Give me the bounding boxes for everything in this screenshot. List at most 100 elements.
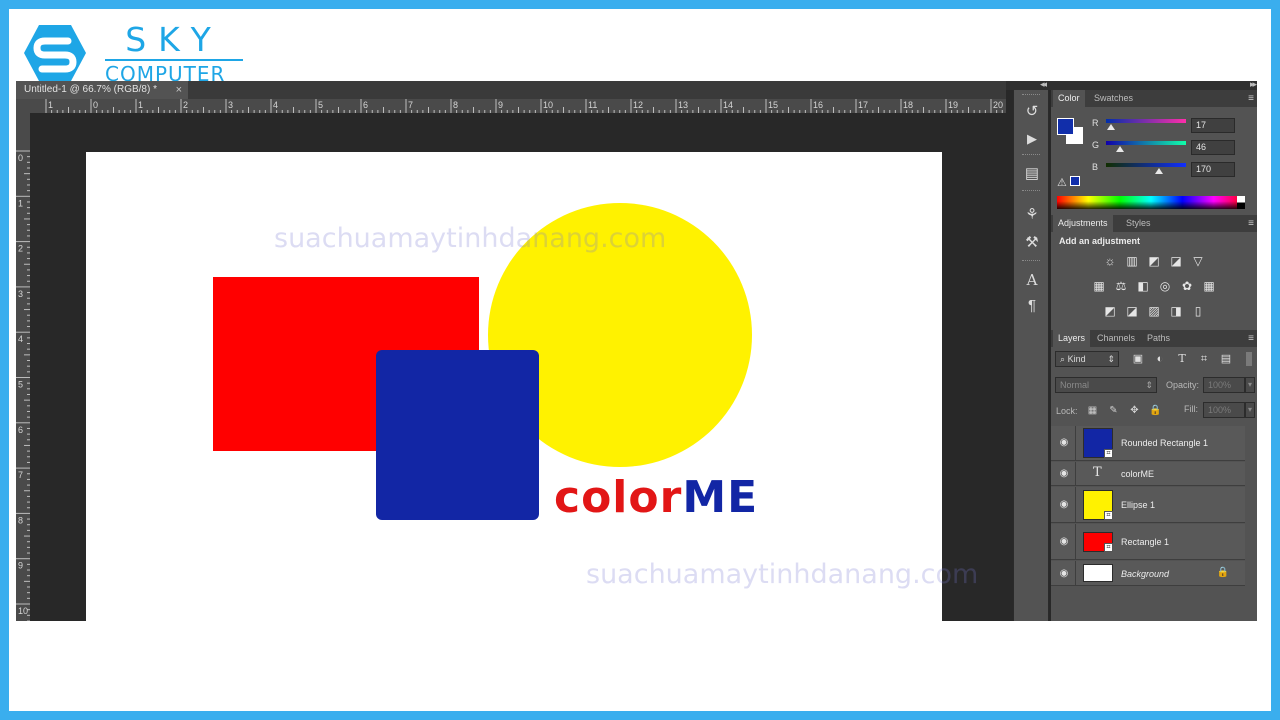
opacity-dropdown-icon[interactable]: ▾ <box>1245 377 1255 393</box>
curves-icon[interactable]: ◩ <box>1147 254 1162 269</box>
channel-b-field[interactable]: 170 <box>1191 162 1235 177</box>
history-icon[interactable]: ↺ <box>1014 104 1050 120</box>
eye-icon[interactable]: ◉ <box>1057 536 1071 547</box>
gradient-map-icon[interactable]: ▯ <box>1191 304 1206 319</box>
rounded-rectangle-shape[interactable] <box>376 350 539 520</box>
web-safe-swatch[interactable] <box>1070 176 1080 186</box>
filter-shape-icon[interactable]: ⌗ <box>1197 352 1211 366</box>
tool-presets-icon[interactable]: ⚒ <box>1014 235 1050 251</box>
photo-filter-icon[interactable]: ◎ <box>1158 279 1173 294</box>
channel-mixer-icon[interactable]: ✿ <box>1180 279 1195 294</box>
opacity-field[interactable]: 100% <box>1203 377 1245 393</box>
lock-transparent-icon[interactable]: ▦ <box>1086 404 1099 417</box>
channel-r-field[interactable]: 17 <box>1191 118 1235 133</box>
eye-icon[interactable]: ◉ <box>1057 568 1071 579</box>
strip-grip[interactable] <box>1022 260 1040 262</box>
channel-g-thumb[interactable] <box>1116 146 1125 152</box>
brush-presets-icon[interactable]: ⚘ <box>1014 207 1050 223</box>
gamut-warning-icon[interactable]: ⚠ <box>1057 176 1067 189</box>
invert-icon[interactable]: ◩ <box>1103 304 1118 319</box>
eye-icon[interactable]: ◉ <box>1057 468 1071 479</box>
posterize-icon[interactable]: ◪ <box>1125 304 1140 319</box>
collapse-panels-icon[interactable]: ◂◂ <box>1040 81 1047 90</box>
expand-panels-icon[interactable]: ▸▸ <box>1250 81 1257 90</box>
panel-menu-icon[interactable]: ≡ <box>1248 330 1254 347</box>
tab-paths[interactable]: Paths <box>1142 330 1175 347</box>
colorme-text[interactable]: colorME <box>554 470 758 526</box>
channel-b-thumb[interactable] <box>1155 168 1164 174</box>
tab-swatches[interactable]: Swatches <box>1089 90 1138 107</box>
fill-field[interactable]: 100% <box>1203 402 1245 418</box>
blend-mode-select[interactable]: Normal ⇕ <box>1055 377 1157 393</box>
levels-icon[interactable]: ▥ <box>1125 254 1140 269</box>
tab-adjustments[interactable]: Adjustments <box>1053 215 1113 232</box>
layer-thumbnail[interactable]: ⌗ <box>1083 428 1113 458</box>
actions-play-icon[interactable]: ▶ <box>1014 131 1050 147</box>
channel-b-slider[interactable] <box>1106 163 1186 174</box>
filter-smart-object-icon[interactable]: ▤ <box>1219 352 1233 366</box>
ruler-tick-label: 10 <box>543 100 553 110</box>
strip-grip[interactable] <box>1022 190 1040 192</box>
strip-grip[interactable] <box>1022 94 1040 96</box>
layer-row-ellipse[interactable]: ◉ ⌗ Ellipse 1 <box>1051 487 1245 523</box>
filter-type-icon[interactable]: T <box>1175 352 1189 366</box>
layer-name[interactable]: Ellipse 1 <box>1121 500 1155 510</box>
properties-icon[interactable]: ▤ <box>1014 166 1050 182</box>
layer-thumbnail[interactable]: ⌗ <box>1083 490 1113 520</box>
channel-r-thumb[interactable] <box>1107 124 1116 130</box>
tab-layers[interactable]: Layers <box>1053 330 1091 347</box>
color-lookup-icon[interactable]: ▦ <box>1202 279 1217 294</box>
eye-icon[interactable]: ◉ <box>1057 437 1071 448</box>
horizontal-ruler[interactable]: 1 0 1 2 3 4 5 6 7 8 9 10 11 12 13 14 15 16 17 18 19 20 <box>16 99 1006 113</box>
filter-toggle[interactable] <box>1246 352 1252 366</box>
foreground-color-swatch[interactable] <box>1057 118 1074 135</box>
lock-position-icon[interactable]: ✥ <box>1128 404 1141 417</box>
channel-r-slider[interactable] <box>1106 119 1186 130</box>
layer-name[interactable]: colorME <box>1121 469 1154 479</box>
ruler-tick-label: 9 <box>498 100 503 110</box>
ruler-tick-label: 7 <box>408 100 413 110</box>
panel-menu-icon[interactable]: ≡ <box>1248 90 1254 107</box>
layer-thumbnail[interactable] <box>1083 564 1113 582</box>
black-white-icon[interactable]: ◧ <box>1136 279 1151 294</box>
color-balance-icon[interactable]: ⚖ <box>1114 279 1129 294</box>
color-spectrum-bar[interactable] <box>1057 196 1245 209</box>
paragraph-icon[interactable]: ¶ <box>1014 298 1050 314</box>
document-tab[interactable]: Untitled-1 @ 66.7% (RGB/8) * × <box>16 81 188 99</box>
black-white-swatch[interactable] <box>1237 196 1245 209</box>
filter-pixel-icon[interactable]: ▣ <box>1131 352 1145 366</box>
character-icon[interactable]: A <box>1014 272 1050 288</box>
layer-row-rectangle[interactable]: ◉ ⌗ Rectangle 1 <box>1051 524 1245 560</box>
fill-dropdown-icon[interactable]: ▾ <box>1245 402 1255 418</box>
close-icon[interactable]: × <box>176 81 182 99</box>
vertical-ruler[interactable]: 0 1 2 3 4 5 6 7 8 9 10 <box>16 113 30 621</box>
layer-row-background[interactable]: ◉ Background 🔒 <box>1051 561 1245 586</box>
selective-color-icon[interactable]: ◨ <box>1169 304 1184 319</box>
panel-collapse-bar: ◂◂ ▸▸ <box>1006 81 1257 90</box>
layer-name[interactable]: Background <box>1121 569 1169 579</box>
tab-color[interactable]: Color <box>1053 90 1085 107</box>
strip-grip[interactable] <box>1022 154 1040 156</box>
hue-saturation-icon[interactable]: ▦ <box>1092 279 1107 294</box>
canvas-area[interactable]: colorME <box>30 113 1006 621</box>
panel-menu-icon[interactable]: ≡ <box>1248 215 1254 232</box>
layer-thumbnail[interactable]: ⌗ <box>1083 532 1113 552</box>
tab-styles[interactable]: Styles <box>1121 215 1156 232</box>
layer-name[interactable]: Rectangle 1 <box>1121 537 1169 547</box>
filter-adjustment-icon[interactable]: ◐ <box>1153 352 1167 366</box>
brightness-contrast-icon[interactable]: ☼ <box>1103 254 1118 269</box>
channel-g-field[interactable]: 46 <box>1191 140 1235 155</box>
layer-row-colorme[interactable]: ◉ T colorME <box>1051 462 1245 486</box>
layer-name[interactable]: Rounded Rectangle 1 <box>1121 438 1208 448</box>
vibrance-icon[interactable]: ▽ <box>1191 254 1206 269</box>
tab-channels[interactable]: Channels <box>1092 330 1140 347</box>
layer-row-rounded-rectangle[interactable]: ◉ ⌗ Rounded Rectangle 1 <box>1051 426 1245 461</box>
eye-icon[interactable]: ◉ <box>1057 499 1071 510</box>
exposure-icon[interactable]: ◪ <box>1169 254 1184 269</box>
channel-g-slider[interactable] <box>1106 141 1186 152</box>
lock-image-icon[interactable]: ✎ <box>1107 404 1120 417</box>
lock-all-icon[interactable]: 🔒 <box>1149 404 1162 417</box>
layer-filter-kind-select[interactable]: ⌕ Kind ⇕ <box>1055 351 1119 367</box>
ruler-tick-label: 0 <box>93 100 98 110</box>
threshold-icon[interactable]: ▨ <box>1147 304 1162 319</box>
